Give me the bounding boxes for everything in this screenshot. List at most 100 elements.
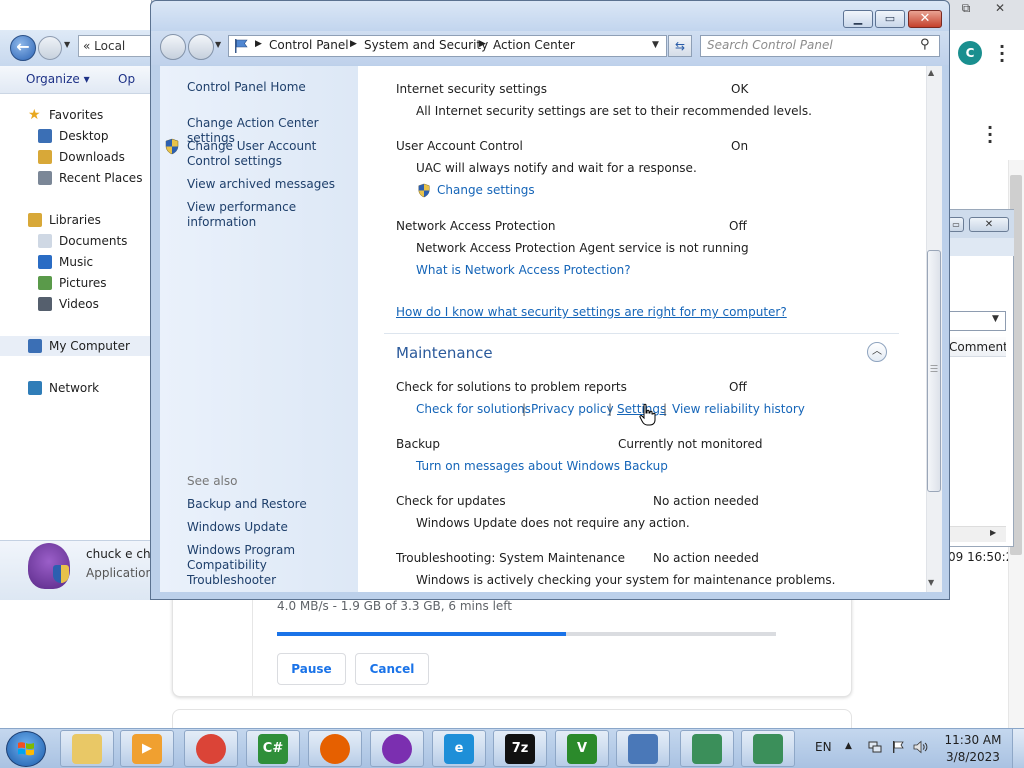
tray-expand-icon[interactable]: ▲ (845, 741, 852, 751)
maintenance-section-title[interactable]: Maintenance (396, 344, 493, 362)
minimize-button[interactable]: ▁ (843, 10, 873, 28)
breadcrumb-separator-icon[interactable]: ▶ (350, 39, 357, 49)
installer-icon (753, 734, 783, 764)
nav-item[interactable]: Downloads (0, 147, 152, 167)
address-dropdown-icon[interactable]: ▼ (652, 40, 659, 50)
nav-item[interactable]: Network (0, 378, 152, 398)
chevron-down-icon[interactable]: ▼ (64, 40, 70, 49)
uac-shield-icon (418, 183, 430, 198)
right-window-hscrollbar[interactable] (948, 526, 1006, 542)
network-tray-icon[interactable] (868, 740, 882, 754)
chrome-menu-icon[interactable]: · · · (998, 39, 1006, 69)
cancel-button[interactable]: Cancel (355, 653, 429, 685)
view-reliability-history-link[interactable]: View reliability history (672, 402, 805, 416)
nav-item-label: Network (49, 381, 100, 395)
comment-column-header[interactable]: Comment (948, 337, 1006, 357)
chevron-right-icon[interactable]: ▶ (990, 528, 996, 537)
backup-title: Backup (396, 437, 440, 451)
maximize-button[interactable]: ▭ (875, 10, 905, 28)
change-uac-settings-link[interactable]: Change User Account Control settings (187, 139, 357, 169)
nav-item[interactable]: Videos (0, 294, 152, 314)
page-more-icon[interactable]: · · · (986, 120, 994, 150)
explorer-back-button[interactable]: ← (10, 35, 36, 61)
breadcrumb-system-security[interactable]: System and Security (364, 38, 488, 52)
nap-info-link[interactable]: What is Network Access Protection? (416, 263, 631, 277)
chevron-down-icon[interactable]: ▼ (215, 40, 221, 49)
view-archived-messages-link[interactable]: View archived messages (187, 177, 357, 192)
nav-item[interactable]: My Computer (0, 336, 152, 356)
mask-icon (382, 734, 412, 764)
breadcrumb-separator-icon[interactable]: ▶ (255, 39, 262, 49)
back-button[interactable] (160, 34, 186, 60)
chevron-down-icon[interactable]: ▼ (992, 314, 999, 324)
search-icon[interactable]: ⚲ (920, 37, 930, 52)
backup-status: Currently not monitored (618, 437, 763, 451)
close-button[interactable]: ✕ (969, 217, 1009, 232)
nav-item-label: Music (59, 255, 94, 269)
vim-icon: V (567, 734, 597, 764)
nav-item[interactable]: Recent Places (0, 168, 152, 188)
link-separator: | (663, 402, 668, 416)
check-for-solutions-link[interactable]: Check for solutions (416, 402, 531, 416)
chrome-close-button[interactable]: ✕ (984, 0, 1016, 18)
language-indicator[interactable]: EN (815, 740, 832, 754)
turn-on-backup-messages-link[interactable]: Turn on messages about Windows Backup (416, 459, 668, 473)
chrome-restore-button[interactable]: ⧉ (950, 0, 982, 18)
csharp-icon: C# (258, 734, 288, 764)
nav-item-label: Desktop (59, 129, 109, 143)
updates-desc: Windows Update does not require any acti… (416, 516, 690, 530)
computer-icon (28, 339, 42, 353)
show-desktop-button[interactable] (1012, 729, 1024, 768)
refresh-button[interactable]: ⇆ (668, 35, 692, 57)
uac-change-settings-link[interactable]: Change settings (437, 183, 535, 197)
see-also-heading: See also (187, 474, 238, 488)
organize-button[interactable]: Organize ▾ (26, 72, 90, 86)
nav-item[interactable]: Desktop (0, 126, 152, 146)
nav-item[interactable]: ★ Favorites (0, 105, 152, 125)
profile-avatar[interactable]: C (958, 41, 982, 65)
collapse-section-button[interactable]: ︿ (867, 342, 887, 362)
explorer-forward-button[interactable] (38, 36, 62, 60)
videos-icon (38, 297, 52, 311)
maximize-button[interactable]: ▭ (948, 217, 964, 232)
explorer-address-bar[interactable]: « Local (78, 35, 152, 57)
compatibility-troubleshooter-link[interactable]: Windows Program Compatibility Troublesho… (187, 543, 349, 588)
view-performance-information-link[interactable]: View performance information (187, 200, 357, 230)
clock-date[interactable]: 3/8/2023 (943, 750, 1003, 764)
nav-item-label: Downloads (59, 150, 125, 164)
details-name: chuck e che (86, 547, 158, 561)
music-icon (38, 255, 52, 269)
desktop-icon (38, 129, 52, 143)
breadcrumb-separator-icon[interactable]: ▶ (479, 39, 486, 49)
volume-tray-icon[interactable] (913, 740, 929, 754)
nav-item[interactable]: Music (0, 252, 152, 272)
nav-item[interactable]: Libraries (0, 210, 152, 230)
folder-icon (72, 734, 102, 764)
pictures-icon (38, 276, 52, 290)
scroll-down-icon[interactable]: ▼ (928, 578, 934, 587)
backup-and-restore-link[interactable]: Backup and Restore (187, 497, 357, 512)
breadcrumb-control-panel[interactable]: Control Panel (269, 38, 349, 52)
action-center-tray-icon[interactable] (891, 740, 905, 754)
nav-item[interactable]: Documents (0, 231, 152, 251)
downloads-folder-icon (38, 150, 52, 164)
windows-update-link[interactable]: Windows Update (187, 520, 357, 535)
breadcrumb-action-center[interactable]: Action Center (493, 38, 575, 52)
link-separator: | (608, 402, 613, 416)
open-button[interactable]: Op (118, 72, 135, 86)
security-help-link[interactable]: How do I know what security settings are… (396, 305, 787, 319)
recent-places-icon (38, 171, 52, 185)
link-separator: | (522, 402, 527, 416)
right-window (948, 209, 1014, 547)
pause-button[interactable]: Pause (277, 653, 346, 685)
forward-button[interactable] (188, 34, 214, 60)
clock-time[interactable]: 11:30 AM (943, 733, 1003, 747)
search-placeholder: Search Control Panel (707, 38, 833, 52)
download-progress-fill (277, 632, 567, 636)
media-player-icon: ▶ (132, 734, 162, 764)
privacy-policy-link[interactable]: Privacy policy (531, 402, 614, 416)
close-button[interactable]: ✕ (908, 10, 942, 28)
nav-item[interactable]: Pictures (0, 273, 152, 293)
scroll-up-icon[interactable]: ▲ (928, 68, 934, 77)
control-panel-home-link[interactable]: Control Panel Home (187, 80, 357, 95)
